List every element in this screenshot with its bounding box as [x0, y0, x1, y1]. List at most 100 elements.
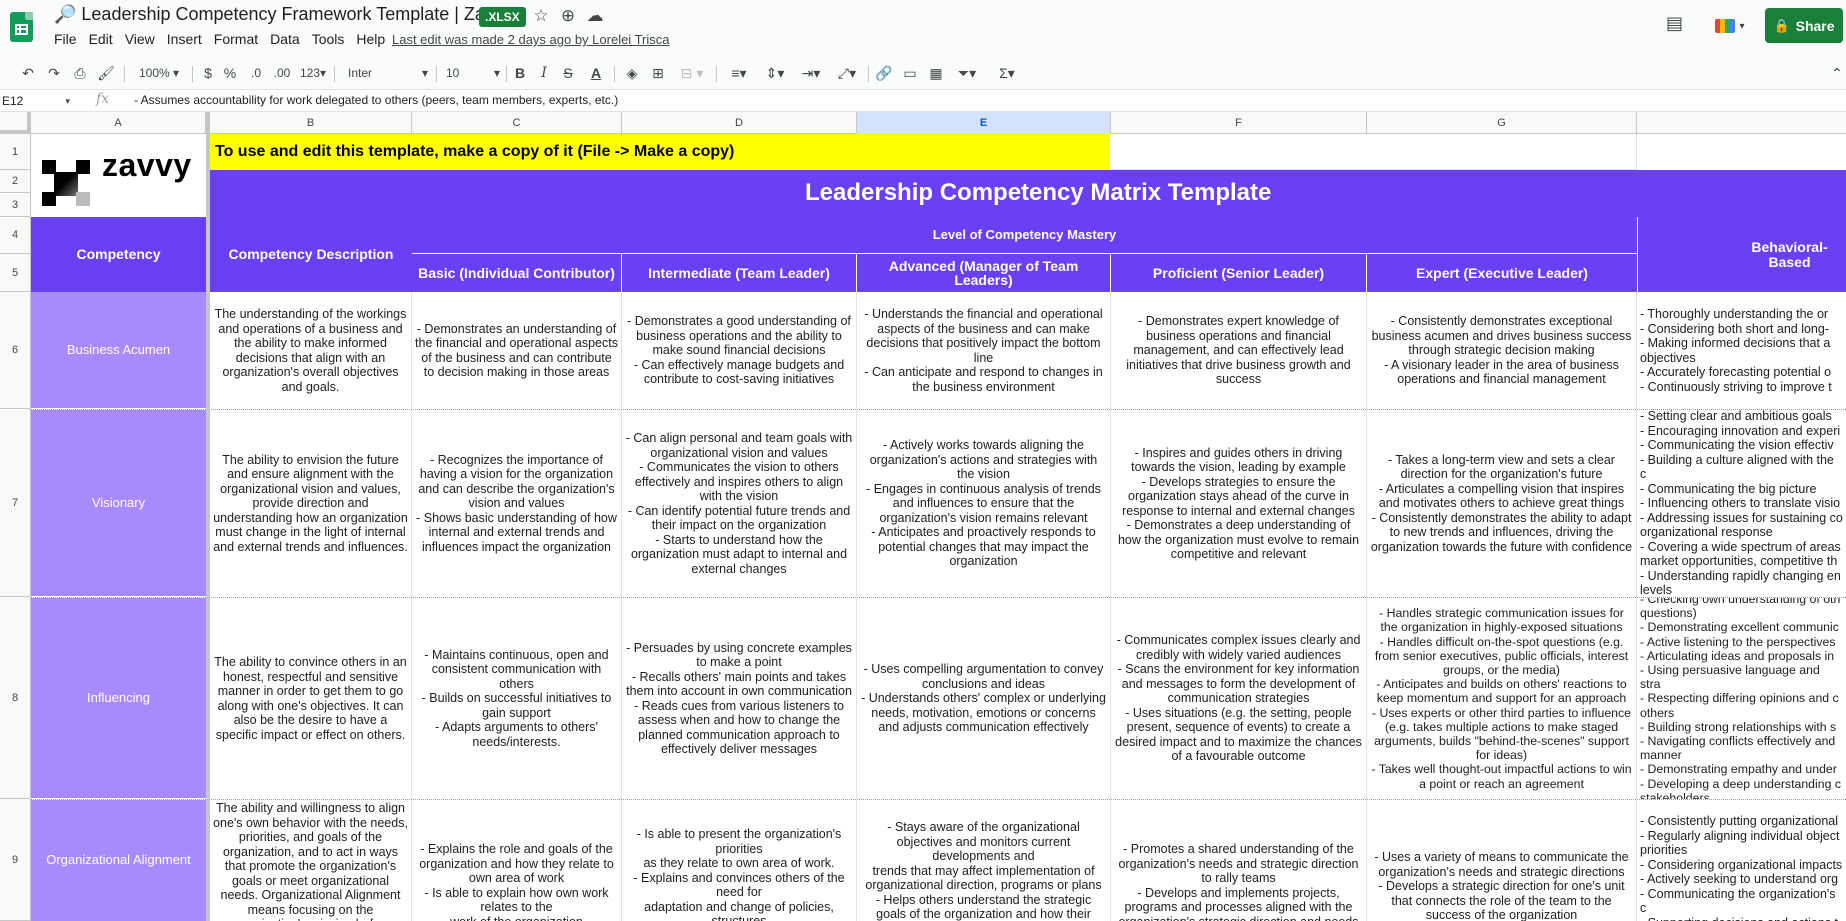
- level-advanced-cell[interactable]: - Actively works towards aligning the or…: [857, 410, 1111, 597]
- star-icon[interactable]: ☆: [530, 5, 552, 27]
- level-advanced-cell[interactable]: - Understands the financial and operatio…: [857, 292, 1111, 409]
- level-intermediate-cell[interactable]: - Is able to present the organization's …: [622, 800, 857, 921]
- behavioral-cell[interactable]: - Setting clear and ambitious goals - En…: [1637, 410, 1846, 597]
- merge-cells-icon[interactable]: ⊟ ▾: [674, 63, 710, 83]
- text-wrapping-icon[interactable]: ⇥▾: [796, 63, 826, 83]
- level-basic-cell[interactable]: - Recognizes the importance of having a …: [412, 410, 622, 597]
- text-rotation-icon[interactable]: ⤢▾: [832, 63, 862, 83]
- competency-name[interactable]: Business Acumen: [31, 292, 206, 409]
- copy-template-banner[interactable]: To use and edit this template, make a co…: [210, 134, 1110, 170]
- competency-name[interactable]: Organizational Alignment: [31, 800, 206, 921]
- menu-insert[interactable]: Insert: [167, 31, 211, 47]
- row-header-7[interactable]: 7: [0, 409, 31, 597]
- row-header-4[interactable]: 4: [0, 217, 31, 254]
- level-intermediate-cell[interactable]: - Persuades by using concrete examples t…: [622, 598, 857, 799]
- competency-description[interactable]: The understanding of the workings and op…: [210, 292, 412, 409]
- menu-format[interactable]: Format: [214, 31, 267, 47]
- meet-button[interactable]: ▾: [1708, 10, 1752, 42]
- level-basic-cell[interactable]: - Demonstrates an understanding of the f…: [412, 292, 622, 409]
- column-header-g[interactable]: G: [1367, 112, 1637, 134]
- sheets-logo-icon[interactable]: [10, 12, 33, 42]
- level-proficient-cell[interactable]: - Promotes a shared understanding of the…: [1111, 800, 1367, 921]
- row-header-8[interactable]: 8: [0, 597, 31, 799]
- menu-data[interactable]: Data: [270, 31, 309, 47]
- row-header-5[interactable]: 5: [0, 254, 31, 292]
- level-expert-cell[interactable]: - Uses a variety of means to communicate…: [1367, 800, 1637, 921]
- level-proficient-cell[interactable]: - Inspires and guides others in driving …: [1111, 410, 1367, 597]
- insert-comment-icon[interactable]: ▭: [900, 63, 920, 83]
- name-box[interactable]: E12 ▾: [0, 92, 78, 110]
- column-header-d[interactable]: D: [622, 112, 857, 134]
- column-header-a[interactable]: A: [31, 112, 206, 134]
- row-header-2[interactable]: 2: [0, 170, 31, 193]
- competency-description[interactable]: The ability to envision the future and e…: [210, 410, 412, 597]
- mastery-header[interactable]: Level of Competency Mastery: [412, 217, 1637, 254]
- menu-edit[interactable]: Edit: [89, 31, 122, 47]
- column-header-f[interactable]: F: [1111, 112, 1367, 134]
- level-proficient-cell[interactable]: - Demonstrates expert knowledge of busin…: [1111, 292, 1367, 409]
- level-header-advanced[interactable]: Advanced (Manager of Team Leaders): [857, 254, 1111, 292]
- bold-icon[interactable]: B: [512, 63, 528, 83]
- level-advanced-cell[interactable]: - Uses compelling argumentation to conve…: [857, 598, 1111, 799]
- level-header-intermediate[interactable]: Intermediate (Team Leader): [622, 254, 857, 292]
- competency-description[interactable]: The ability to convince others in an hon…: [210, 598, 412, 799]
- column-header-c[interactable]: C: [412, 112, 622, 134]
- matrix-title[interactable]: Leadership Competency Matrix Template: [412, 170, 1846, 217]
- level-basic-cell[interactable]: - Explains the role and goals of the org…: [412, 800, 622, 921]
- text-color-icon[interactable]: A: [588, 63, 604, 83]
- decrease-decimal-button[interactable]: .0: [246, 63, 266, 83]
- currency-format-button[interactable]: $: [200, 63, 216, 83]
- insert-link-icon[interactable]: 🔗: [874, 63, 894, 83]
- font-family-select[interactable]: Inter ▾: [348, 63, 428, 83]
- level-intermediate-cell[interactable]: - Demonstrates a good understanding of b…: [622, 292, 857, 409]
- level-expert-cell[interactable]: - Handles strategic communication issues…: [1367, 598, 1637, 799]
- level-advanced-cell[interactable]: - Stays aware of the organizational obje…: [857, 800, 1111, 921]
- level-basic-cell[interactable]: - Maintains continuous, open and consist…: [412, 598, 622, 799]
- increase-decimal-button[interactable]: .00: [270, 63, 294, 83]
- font-size-select[interactable]: 10 ▾: [446, 63, 500, 83]
- behavioral-header[interactable]: Behavioral-Based: [1637, 217, 1846, 292]
- frozen-column-divider[interactable]: [206, 112, 210, 921]
- collapse-toolbar-icon[interactable]: ⌃: [1830, 63, 1844, 83]
- print-icon[interactable]: ⎙: [70, 63, 90, 83]
- competency-name[interactable]: Visionary: [31, 410, 206, 597]
- menu-tools[interactable]: Tools: [312, 31, 354, 47]
- formula-input[interactable]: - Assumes accountability for work delega…: [134, 93, 618, 107]
- empty-cell[interactable]: [1110, 134, 1637, 170]
- row-header-3[interactable]: 3: [0, 193, 31, 217]
- last-edit-link[interactable]: Last edit was made 2 days ago by Lorelei…: [392, 32, 669, 47]
- behavioral-cell[interactable]: - Checking own understanding of oth ques…: [1637, 598, 1846, 799]
- level-header-expert[interactable]: Expert (Executive Leader): [1367, 254, 1637, 292]
- undo-icon[interactable]: ↶: [18, 63, 38, 83]
- more-formats-select[interactable]: 123▾: [298, 63, 328, 83]
- level-expert-cell[interactable]: - Takes a long-term view and sets a clea…: [1367, 410, 1637, 597]
- menu-help[interactable]: Help: [356, 31, 394, 47]
- competency-name[interactable]: Influencing: [31, 598, 206, 799]
- menu-view[interactable]: View: [125, 31, 164, 47]
- column-header-b[interactable]: B: [210, 112, 412, 134]
- zoom-select[interactable]: 100% ▾: [134, 63, 184, 83]
- redo-icon[interactable]: ↷: [44, 63, 64, 83]
- select-all-corner[interactable]: [0, 112, 31, 134]
- column-header-h[interactable]: [1637, 112, 1846, 134]
- competency-header[interactable]: Competency: [31, 217, 206, 292]
- description-header[interactable]: Competency Description: [210, 217, 412, 292]
- document-title[interactable]: 🔎 Leadership Competency Framework Templa…: [54, 4, 512, 25]
- filter-icon[interactable]: ⏷▾: [952, 63, 982, 83]
- behavioral-cell[interactable]: - Thoroughly understanding the or - Cons…: [1637, 292, 1846, 409]
- level-header-proficient[interactable]: Proficient (Senior Leader): [1111, 254, 1367, 292]
- horizontal-align-icon[interactable]: ≡▾: [724, 63, 754, 83]
- italic-icon[interactable]: I: [536, 63, 552, 83]
- paint-format-icon[interactable]: 🖌: [96, 63, 116, 83]
- column-header-e[interactable]: E: [857, 112, 1111, 134]
- vertical-align-icon[interactable]: ⇕▾: [760, 63, 790, 83]
- borders-icon[interactable]: ⊞: [648, 63, 668, 83]
- menu-file[interactable]: File: [54, 31, 86, 47]
- share-button[interactable]: 🔒 Share: [1765, 8, 1843, 43]
- behavioral-cell[interactable]: - Consistently putting organizational - …: [1637, 800, 1846, 921]
- level-intermediate-cell[interactable]: - Can align personal and team goals with…: [622, 410, 857, 597]
- strikethrough-icon[interactable]: S: [560, 63, 576, 83]
- insert-chart-icon[interactable]: ▦: [926, 63, 946, 83]
- fill-color-icon[interactable]: ◈: [622, 63, 642, 83]
- move-to-folder-icon[interactable]: ⊕: [557, 5, 579, 27]
